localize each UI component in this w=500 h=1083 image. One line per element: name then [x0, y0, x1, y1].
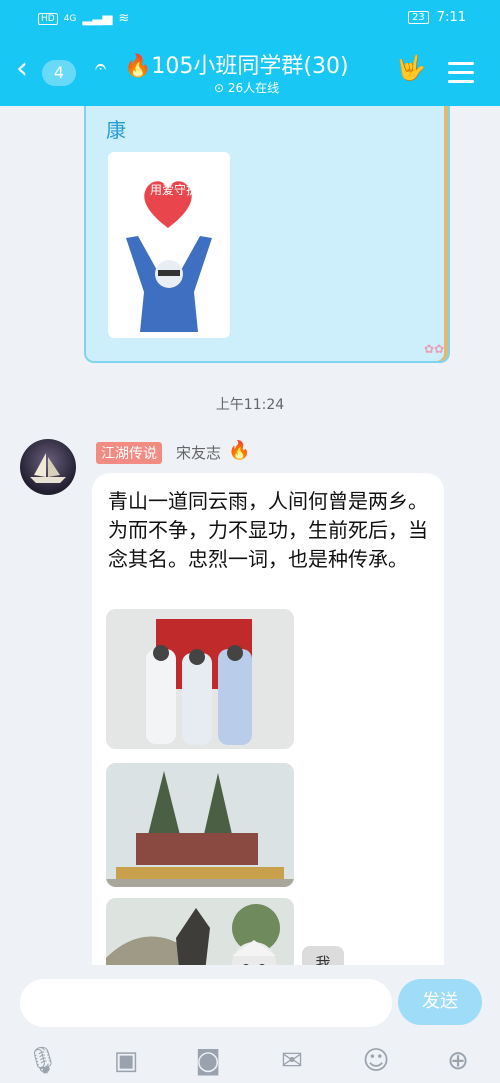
group-title[interactable]: 🔥105小班同学群(30) [124, 48, 349, 80]
plus-icon[interactable]: ⊕ [442, 1045, 474, 1077]
fire-icon: 🔥 [228, 440, 251, 461]
message-bubble[interactable]: 青山一道同云雨，人间何曾是两乡。为而不争，力不显功，生前死后，当念其名。忠烈一词… [92, 473, 444, 998]
message-text: 青山一道同云雨，人间何曾是两乡。为而不争，力不显功，生前死后，当念其名。忠烈一词… [108, 489, 428, 571]
status-bar: HD 4G ▂▃▅ ≋ 23 7:11 [0, 0, 500, 40]
input-area: 发送 🎙 ▣ ◙ ✉ ☺ ⊕ [0, 965, 500, 1083]
message-input[interactable] [20, 979, 392, 1027]
sender-nickname[interactable]: 宋友志 [176, 442, 221, 463]
battery-icon: 23 [408, 11, 429, 24]
medical-worker-figure [126, 236, 212, 332]
clock: 7:11 [436, 10, 466, 25]
send-button[interactable]: 发送 [398, 979, 482, 1025]
time-divider: 上午11:24 [215, 397, 285, 413]
menu-icon[interactable] [448, 62, 474, 89]
hd-icon: HD [38, 12, 58, 25]
check-circle-icon: ⊙ [214, 81, 225, 95]
emoji-icon[interactable]: ☺ [360, 1045, 392, 1077]
previous-message-card[interactable]: 康 用爱守护 ✿✿ [84, 106, 450, 363]
back-icon[interactable]: ‹ [16, 54, 28, 84]
hand-gesture-icon[interactable]: 🤟 [396, 54, 426, 82]
photo-memorial-site[interactable] [106, 763, 294, 887]
poster-heart-text: 用爱守护 [150, 183, 199, 197]
microphone-icon[interactable]: 🎙 [26, 1045, 59, 1077]
redpacket-icon[interactable]: ✉ [276, 1045, 308, 1077]
unread-count-badge[interactable]: 4 [42, 60, 76, 86]
photo-medical-team[interactable] [106, 609, 294, 749]
image-icon[interactable]: ▣ [110, 1045, 142, 1077]
network-label: 4G [63, 13, 77, 24]
avatar[interactable] [20, 439, 76, 495]
online-count: ⊙ 26人在线 [214, 81, 280, 95]
poster-image[interactable]: 用爱守护 [108, 152, 230, 338]
signal-icon: ▂▃▅ [82, 11, 113, 26]
camera-icon[interactable]: ◙ [192, 1045, 224, 1077]
ship-icon [30, 453, 66, 483]
flower-sticker: ✿✿ [424, 342, 445, 356]
user-tag: 江湖传说 [96, 442, 162, 464]
wifi-icon: ≋ [118, 11, 130, 26]
fire-icon: 🔥 [124, 54, 152, 79]
previous-message-text: 康 [106, 118, 126, 142]
earpiece-icon[interactable]: 𝄐 [95, 54, 106, 78]
chat-header: ‹ 4 𝄐 🔥105小班同学群(30) ⊙ 26人在线 🤟 [0, 40, 500, 106]
input-toolbar: 🎙 ▣ ◙ ✉ ☺ ⊕ [0, 1039, 500, 1083]
